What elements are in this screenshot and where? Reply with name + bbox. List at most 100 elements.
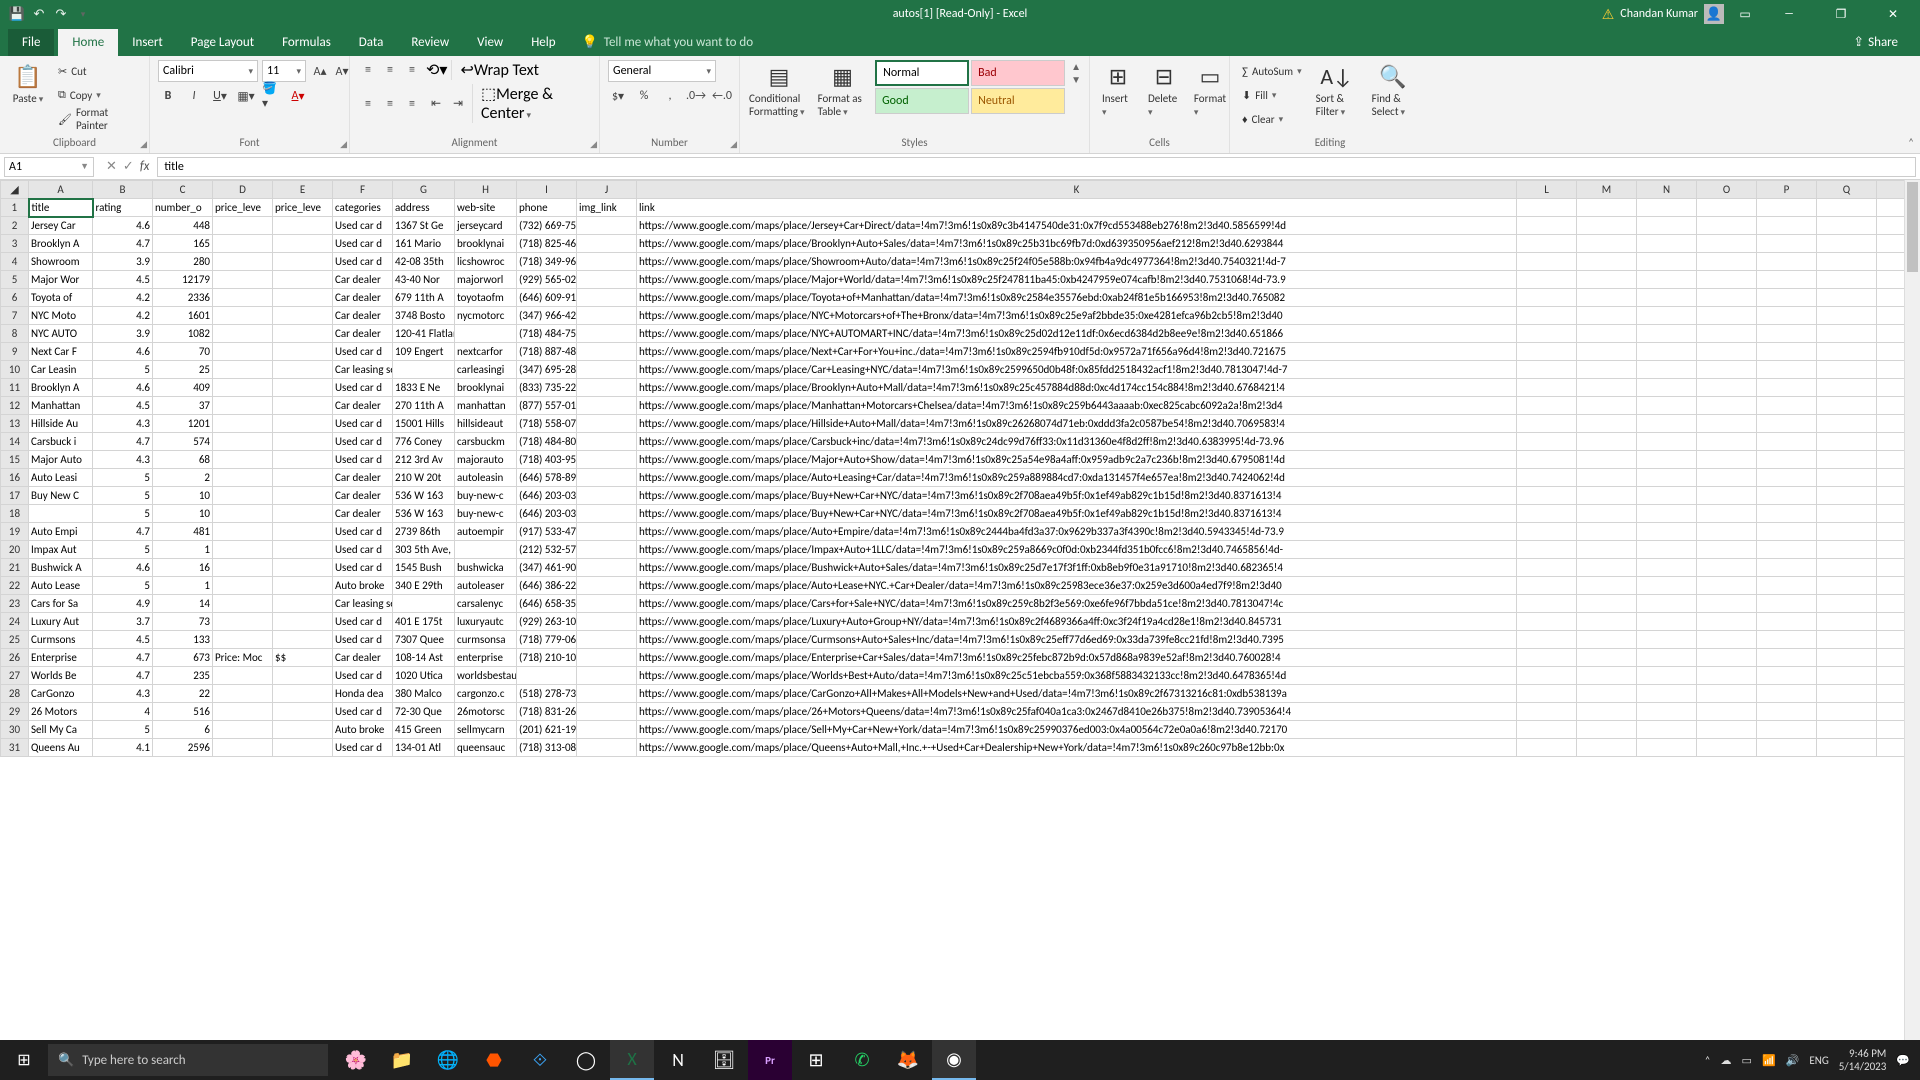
cell[interactable]	[1757, 667, 1817, 685]
language-indicator[interactable]: ENG	[1809, 1054, 1828, 1067]
cell[interactable]	[213, 433, 273, 451]
cell[interactable]	[1637, 433, 1697, 451]
cell[interactable]: Used car d	[333, 667, 393, 685]
cell[interactable]: (212) 532-5786	[517, 541, 577, 559]
insert-cells-button[interactable]: ⊞Insert	[1098, 60, 1138, 120]
cell[interactable]	[1577, 595, 1637, 613]
row-header[interactable]: 10	[1, 361, 29, 379]
cell[interactable]: https://www.google.com/maps/place/Sell+M…	[637, 721, 1517, 739]
cell[interactable]: https://www.google.com/maps/place/Major+…	[637, 271, 1517, 289]
cell[interactable]: 10	[153, 487, 213, 505]
qat-custom-icon[interactable]	[74, 5, 92, 23]
cell[interactable]: 673	[153, 649, 213, 667]
cell[interactable]: 679 11th A	[393, 289, 455, 307]
cell[interactable]: https://www.google.com/maps/place/Bushwi…	[637, 559, 1517, 577]
cell[interactable]: licshowroc	[455, 253, 517, 271]
cell[interactable]	[1637, 505, 1697, 523]
cell[interactable]: 3.9	[93, 253, 153, 271]
cell[interactable]	[1817, 343, 1877, 361]
cell[interactable]: Used car d	[333, 433, 393, 451]
cell[interactable]: (201) 621-1985	[517, 721, 577, 739]
cell[interactable]: Toyota of	[29, 289, 93, 307]
cell[interactable]: Used car d	[333, 613, 393, 631]
col-header-A[interactable]: A	[29, 181, 93, 199]
cell[interactable]: Luxury Aut	[29, 613, 93, 631]
cell[interactable]: (718) 403-9500	[517, 451, 577, 469]
cell[interactable]	[1697, 217, 1757, 235]
cell[interactable]	[1637, 721, 1697, 739]
cell[interactable]: https://www.google.com/maps/place/Toyota…	[637, 289, 1517, 307]
align-middle-icon[interactable]: ≡	[380, 60, 400, 80]
cell[interactable]	[1517, 343, 1577, 361]
brave-icon[interactable]: ⬣	[472, 1040, 516, 1080]
cell[interactable]	[1757, 199, 1817, 217]
cell[interactable]: 4.3	[93, 451, 153, 469]
dialog-launcher-icon[interactable]: ◢	[340, 139, 347, 150]
cell[interactable]: 4.7	[93, 649, 153, 667]
cell[interactable]: 3748 Bosto	[393, 307, 455, 325]
cell[interactable]: toyotaofm	[455, 289, 517, 307]
cell[interactable]: Car dealer	[333, 487, 393, 505]
cell[interactable]: Auto broke	[333, 577, 393, 595]
cell[interactable]: Car dealer	[333, 505, 393, 523]
cell[interactable]: buy-new-c	[455, 487, 517, 505]
cell[interactable]	[1637, 523, 1697, 541]
cell[interactable]	[1517, 415, 1577, 433]
collapse-ribbon-icon[interactable]: ˄	[1908, 136, 1914, 149]
redo-icon[interactable]: ↷	[52, 5, 70, 23]
cell[interactable]: 210 W 20t	[393, 469, 455, 487]
cell[interactable]: Price: Moc	[213, 649, 273, 667]
undo-icon[interactable]: ↶	[30, 5, 48, 23]
cell[interactable]: 4.5	[93, 631, 153, 649]
fill-color-button[interactable]: 🪣▾	[262, 86, 282, 106]
cell[interactable]: buy-new-c	[455, 505, 517, 523]
cell[interactable]	[577, 361, 637, 379]
onedrive-icon[interactable]: ☁	[1721, 1054, 1732, 1067]
styles-more-icon[interactable]: ▲▼	[1071, 60, 1081, 86]
cell[interactable]	[213, 613, 273, 631]
cell[interactable]: https://www.google.com/maps/place/Carsbu…	[637, 433, 1517, 451]
cell[interactable]	[1697, 559, 1757, 577]
cell[interactable]: brooklynai	[455, 235, 517, 253]
cell[interactable]	[213, 721, 273, 739]
cell[interactable]	[1757, 235, 1817, 253]
cell[interactable]	[1757, 289, 1817, 307]
spreadsheet-grid[interactable]: ◢ABCDEFGHIJKLMNOPQRSTUVW1titleratingnumb…	[0, 180, 1920, 1056]
cell[interactable]: 26motorsc	[455, 703, 517, 721]
cell[interactable]	[1577, 577, 1637, 595]
cell[interactable]	[273, 685, 333, 703]
cell[interactable]	[273, 541, 333, 559]
row-header[interactable]: 8	[1, 325, 29, 343]
cell[interactable]	[1697, 739, 1757, 757]
cell[interactable]	[455, 325, 517, 343]
cell[interactable]: Car dealer	[333, 397, 393, 415]
cell[interactable]	[273, 235, 333, 253]
cell[interactable]	[273, 379, 333, 397]
cell[interactable]: (718) 484-7540	[517, 325, 577, 343]
cell[interactable]: https://www.google.com/maps/place/Curmso…	[637, 631, 1517, 649]
cell[interactable]: bushwicka	[455, 559, 517, 577]
cell[interactable]	[1817, 361, 1877, 379]
powertoys-icon[interactable]: ⊞	[794, 1040, 838, 1080]
conditional-formatting-button[interactable]: ▤Conditional Formatting	[748, 60, 810, 120]
cell[interactable]: 73	[153, 613, 213, 631]
cell[interactable]	[1757, 433, 1817, 451]
cell[interactable]	[1517, 451, 1577, 469]
shrink-font-icon[interactable]: A▾	[332, 61, 352, 81]
cell[interactable]	[577, 721, 637, 739]
cell[interactable]: 4.6	[93, 379, 153, 397]
cell[interactable]: 4.7	[93, 523, 153, 541]
cell[interactable]: https://www.google.com/maps/place/Luxury…	[637, 613, 1517, 631]
cell[interactable]: enterprise	[455, 649, 517, 667]
cell[interactable]	[577, 667, 637, 685]
cell[interactable]: 4.6	[93, 217, 153, 235]
cell[interactable]	[273, 487, 333, 505]
cell[interactable]: 415 Green	[393, 721, 455, 739]
cell[interactable]	[273, 523, 333, 541]
cell[interactable]	[213, 361, 273, 379]
cell[interactable]: nycmotorc	[455, 307, 517, 325]
cell[interactable]: (718) 484-8025	[517, 433, 577, 451]
cell[interactable]: Next Car F	[29, 343, 93, 361]
cell[interactable]	[393, 595, 455, 613]
cell[interactable]: Impax Aut	[29, 541, 93, 559]
